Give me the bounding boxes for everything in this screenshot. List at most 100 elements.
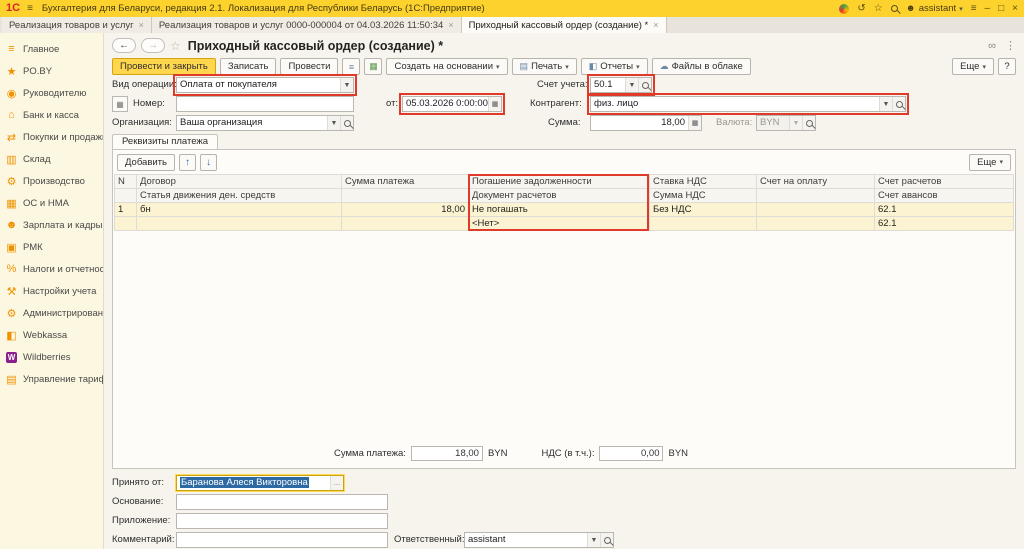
sidebar-item-production[interactable]: ⚙Производство	[0, 170, 103, 192]
sidebar-item-fixed-assets[interactable]: ▦ОС и НМА	[0, 192, 103, 214]
chevron-down-icon[interactable]: ▼	[625, 78, 638, 92]
lookup-icon[interactable]	[638, 78, 651, 92]
accepted-from-input[interactable]: Баранова Алеся Викторовна …	[176, 475, 344, 491]
tab-sales-document[interactable]: Реализация товаров и услуг 0000-000004 о…	[152, 17, 462, 33]
close-tab-icon[interactable]: ×	[653, 20, 658, 30]
maximize-button[interactable]: □	[998, 0, 1004, 17]
reports-button[interactable]: ◧Отчеты▾	[581, 58, 648, 75]
sidebar-item-bank-cash[interactable]: ⌂Банк и касса	[0, 104, 103, 126]
contractor-combobox[interactable]: физ. лицо ▼	[590, 96, 906, 112]
help-button[interactable]: ?	[998, 58, 1016, 75]
currency-combobox[interactable]: BYN ▼	[756, 115, 816, 131]
history-icon[interactable]: ↺	[857, 0, 865, 17]
table-toolbar: Добавить ↑ ↓ Еще▾	[113, 150, 1015, 174]
show-postings-button[interactable]: ≡	[342, 58, 360, 75]
appendix-input[interactable]	[176, 513, 388, 529]
sidebar-item-webkassa[interactable]: ◧Webkassa	[0, 324, 103, 346]
favorites-star-icon[interactable]: ☆	[874, 0, 883, 17]
total-vat-field[interactable]: 0,00	[599, 446, 663, 461]
cell-contract[interactable]: бн	[137, 203, 342, 217]
sidebar-item-salary-hr[interactable]: ☻Зарплата и кадры	[0, 214, 103, 236]
cloud-files-button[interactable]: ☁Файлы в облаке	[652, 58, 751, 75]
calendar-icon[interactable]: ▦	[488, 97, 501, 111]
user-icon: ☻	[906, 3, 916, 14]
create-based-on-button[interactable]: Создать на основании▾	[386, 58, 507, 75]
add-row-button[interactable]: Добавить	[117, 154, 175, 171]
more-button[interactable]: Еще▾	[952, 58, 994, 75]
back-button[interactable]: ←	[112, 38, 136, 53]
kebab-menu-icon[interactable]: ⋮	[1005, 39, 1016, 52]
cell-payment-sum[interactable]: 18,00	[342, 203, 469, 217]
responsible-combobox[interactable]: assistant ▼	[464, 532, 614, 548]
sidebar-item-wildberries[interactable]: WWildberries	[0, 346, 103, 368]
chevron-down-icon[interactable]: ▼	[879, 97, 892, 111]
tab-payment-details[interactable]: Реквизиты платежа	[112, 134, 218, 149]
sidebar-item-purchases-sales[interactable]: ⇄Покупки и продажи	[0, 126, 103, 148]
sidebar-item-rmk[interactable]: ▣РМК	[0, 236, 103, 258]
cell-invoice[interactable]	[757, 203, 875, 217]
get-link-icon[interactable]: ∞	[988, 40, 996, 52]
operation-type-combobox[interactable]: Оплата от покупателя ▼	[176, 77, 354, 93]
chevron-down-icon[interactable]: ▼	[340, 78, 353, 92]
lookup-icon[interactable]	[892, 97, 905, 111]
sidebar-item-manager[interactable]: ◉Руководителю	[0, 82, 103, 104]
cell-debt-repayment[interactable]: Не погашать	[469, 203, 650, 217]
post-button[interactable]: Провести	[280, 58, 338, 75]
cell-empty[interactable]	[757, 217, 875, 231]
cell-n[interactable]: 1	[115, 203, 137, 217]
sidebar-item-warehouse[interactable]: ▥Склад	[0, 148, 103, 170]
sidebar-item-po-by[interactable]: ★PO.BY	[0, 60, 103, 82]
comment-input[interactable]	[176, 532, 388, 548]
current-user-button[interactable]: ☻ assistant ▾	[906, 3, 963, 14]
chevron-down-icon[interactable]: ▼	[587, 533, 600, 547]
tab-sales-document-list[interactable]: Реализация товаров и услуг ×	[2, 17, 152, 33]
date-input[interactable]: 05.03.2026 0:00:00 ▦	[402, 96, 502, 112]
cell-settlement-account[interactable]: 62.1	[875, 203, 1014, 217]
lookup-icon[interactable]	[600, 533, 613, 547]
table-more-button[interactable]: Еще▾	[969, 154, 1011, 171]
print-button[interactable]: ▤Печать▾	[512, 58, 577, 75]
cell-advance-account[interactable]: 62.1	[875, 217, 1014, 231]
minimize-button[interactable]: –	[985, 0, 991, 17]
sum-input[interactable]: 18,00 ▦	[590, 115, 702, 131]
move-row-down-button[interactable]: ↓	[200, 154, 217, 171]
ellipsis-icon[interactable]: …	[330, 476, 343, 490]
search-icon[interactable]	[891, 5, 898, 12]
organization-combobox[interactable]: Ваша организация ▼	[176, 115, 354, 131]
total-sum-field[interactable]: 18,00	[411, 446, 483, 461]
cell-vat-sum[interactable]	[650, 217, 757, 231]
move-row-up-button[interactable]: ↑	[179, 154, 196, 171]
wildberries-icon: W	[6, 352, 17, 363]
close-tab-icon[interactable]: ×	[448, 20, 453, 30]
lookup-icon[interactable]	[340, 116, 353, 130]
cell-cash-flow-item[interactable]	[137, 217, 342, 231]
chevron-down-icon[interactable]: ▼	[327, 116, 340, 130]
cell-empty[interactable]	[115, 217, 137, 231]
forward-button[interactable]: →	[141, 38, 165, 53]
main-menu-icon[interactable]: ≡	[27, 0, 33, 17]
cell-empty[interactable]	[342, 217, 469, 231]
close-button[interactable]: ×	[1012, 0, 1018, 17]
discussions-icon[interactable]	[839, 4, 849, 14]
report-icon: ◧	[589, 61, 598, 72]
printer-icon: ▤	[520, 61, 529, 72]
cell-settlement-doc[interactable]: <Нет>	[469, 217, 650, 231]
service-menu-icon[interactable]: ≡	[971, 0, 977, 17]
sidebar-item-taxes-reports[interactable]: %Налоги и отчетность	[0, 258, 103, 280]
cash-account-field[interactable]: 50.1 ▼	[590, 77, 652, 93]
sidebar-item-accounting-settings[interactable]: ⚒Настройки учета	[0, 280, 103, 302]
sidebar-item-administration[interactable]: ⚙Администрирование	[0, 302, 103, 324]
number-input[interactable]	[176, 96, 354, 112]
set-number-button[interactable]: ▦	[112, 96, 128, 112]
tab-cash-receipt-order[interactable]: Приходный кассовый ордер (создание) * ×	[462, 17, 667, 33]
add-to-favorites-icon[interactable]: ☆	[170, 39, 181, 53]
basis-input[interactable]	[176, 494, 388, 510]
sidebar-item-tariff[interactable]: ▤Управление тарифом	[0, 368, 103, 390]
close-tab-icon[interactable]: ×	[139, 20, 144, 30]
save-button[interactable]: Записать	[220, 58, 277, 75]
cell-vat-rate[interactable]: Без НДС	[650, 203, 757, 217]
related-documents-button[interactable]: ▦	[364, 58, 382, 75]
post-and-close-button[interactable]: Провести и закрыть	[112, 58, 216, 75]
sidebar-item-main[interactable]: ≡Главное	[0, 38, 103, 60]
calculator-icon[interactable]: ▦	[688, 116, 701, 130]
